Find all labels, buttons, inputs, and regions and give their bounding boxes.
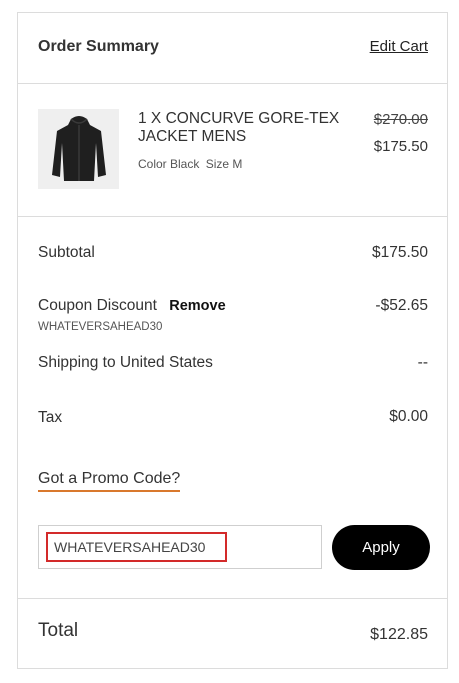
item-name: 1 X CONCURVE GORE-TEX JACKET MENS bbox=[138, 110, 340, 145]
summary-header: Order Summary Edit Cart bbox=[18, 13, 447, 84]
item-sale-price: $175.50 bbox=[373, 138, 428, 155]
item-color: Color Black bbox=[138, 157, 200, 171]
price-breakdown: Subtotal $175.50 Coupon Discount Remove … bbox=[18, 216, 447, 599]
promo-code-input[interactable] bbox=[46, 532, 227, 562]
coupon-code: WHATEVERSAHEAD30 bbox=[38, 321, 163, 333]
coupon-value: -$52.65 bbox=[375, 297, 428, 314]
tax-value: $0.00 bbox=[389, 408, 428, 425]
shipping-value: -- bbox=[417, 354, 428, 371]
total-value: $122.85 bbox=[370, 626, 428, 643]
tax-label: Tax bbox=[38, 409, 63, 426]
promo-code-link[interactable]: Got a Promo Code? bbox=[38, 470, 181, 492]
subtotal-value: $175.50 bbox=[371, 244, 428, 261]
promo-code-field[interactable] bbox=[38, 525, 322, 569]
cart-item: 1 X CONCURVE GORE-TEX JACKET MENS Color … bbox=[18, 83, 447, 217]
apply-button[interactable]: Apply bbox=[332, 525, 430, 570]
total-label: Total bbox=[38, 620, 79, 641]
item-original-price: $270.00 bbox=[373, 111, 428, 128]
item-variant: Color Black Size M bbox=[138, 157, 242, 171]
shipping-label: Shipping to United States bbox=[38, 354, 213, 371]
coupon-label: Coupon Discount bbox=[38, 297, 157, 314]
subtotal-label: Subtotal bbox=[38, 244, 95, 261]
remove-coupon-button[interactable]: Remove bbox=[169, 298, 225, 314]
item-size: Size M bbox=[205, 157, 243, 171]
page-title: Order Summary bbox=[38, 38, 159, 55]
edit-cart-link[interactable]: Edit Cart bbox=[370, 38, 428, 55]
coupon-row: Coupon Discount Remove bbox=[38, 297, 226, 315]
jacket-image bbox=[38, 109, 119, 189]
order-summary-panel: Order Summary Edit Cart 1 X CONCURVE GOR… bbox=[17, 12, 448, 669]
